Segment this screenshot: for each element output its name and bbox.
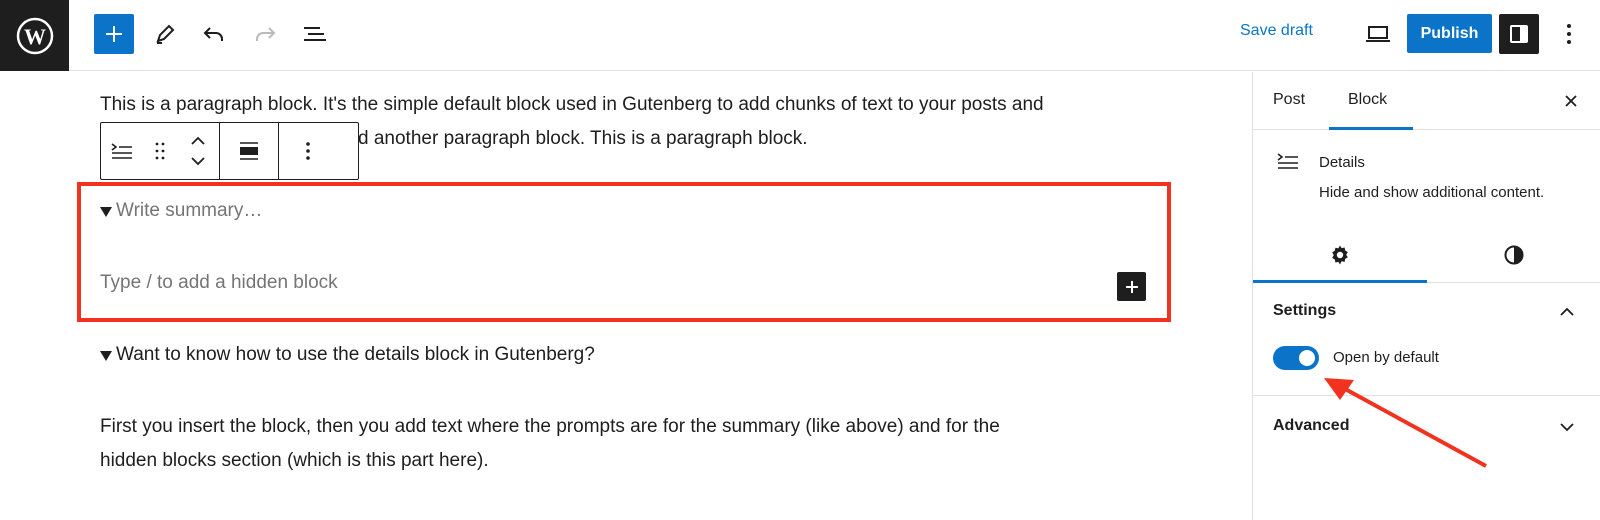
redo-icon — [256, 27, 276, 41]
undo-icon — [203, 27, 223, 41]
redo-button[interactable] — [245, 14, 285, 54]
save-draft-button[interactable]: Save draft — [1240, 22, 1313, 40]
disclosure-triangle-icon — [100, 351, 112, 361]
tools-button[interactable] — [145, 14, 185, 54]
publish-button[interactable]: Publish — [1407, 14, 1492, 53]
more-vertical-icon — [306, 142, 310, 160]
chevron-up-icon[interactable] — [1557, 302, 1577, 322]
details-summary[interactable]: Want to know how to use the details bloc… — [100, 344, 595, 366]
close-sidebar-button[interactable] — [1558, 88, 1584, 114]
chevron-down-icon[interactable] — [1557, 417, 1577, 437]
tab-block[interactable]: Block — [1348, 91, 1387, 109]
more-vertical-icon — [1567, 24, 1571, 44]
gear-icon — [1332, 245, 1348, 265]
paragraph-block[interactable]: First you insert the block, then you add… — [100, 410, 1140, 478]
editor-canvas[interactable]: This is a paragraph block. It's the simp… — [0, 72, 1252, 520]
undo-button[interactable] — [194, 14, 234, 54]
hidden-block-placeholder[interactable]: Type / to add a hidden block — [100, 272, 338, 294]
block-toolbar — [100, 122, 359, 180]
editor-header: W Save draft Publish — [0, 0, 1600, 71]
paragraph-line: First you insert the block, then you add… — [100, 416, 1000, 437]
disclosure-triangle-icon — [100, 207, 112, 217]
toolbar-group-options — [279, 123, 337, 179]
tab-styles[interactable] — [1427, 227, 1600, 283]
list-view-button[interactable] — [295, 14, 335, 54]
settings-panel-title[interactable]: Settings — [1273, 302, 1336, 320]
svg-text:W: W — [24, 24, 46, 49]
close-icon — [1565, 95, 1577, 107]
chevron-up-down-icon — [191, 136, 205, 166]
tab-post[interactable]: Post — [1273, 91, 1305, 109]
block-card: Details Hide and show additional content… — [1253, 130, 1600, 214]
options-button[interactable] — [1554, 14, 1584, 54]
align-button[interactable] — [230, 123, 268, 179]
wordpress-logo-icon[interactable]: W — [0, 0, 69, 71]
drag-handle[interactable] — [141, 123, 179, 179]
details-block-icon — [111, 143, 132, 159]
block-card-description: Hide and show additional content. — [1319, 184, 1545, 201]
toggle-label: Open by default — [1333, 349, 1439, 366]
details-block-icon — [1277, 152, 1299, 175]
move-up-down-buttons[interactable] — [179, 123, 217, 179]
preview-button[interactable] — [1358, 14, 1398, 54]
sidebar-icon — [1510, 25, 1528, 43]
pencil-icon — [156, 24, 175, 44]
block-type-button[interactable] — [103, 123, 141, 179]
plus-icon — [106, 26, 122, 42]
block-card-title: Details — [1319, 154, 1365, 171]
open-by-default-toggle[interactable] — [1273, 346, 1319, 370]
plus-icon — [1125, 280, 1138, 293]
align-wide-icon — [240, 142, 258, 160]
toolbar-group-align — [220, 123, 279, 179]
toolbar-group-block — [101, 123, 220, 179]
tab-settings[interactable] — [1253, 227, 1427, 283]
drag-handle-icon — [155, 142, 165, 160]
inline-inserter-button[interactable] — [1117, 272, 1146, 301]
desktop-preview-icon — [1366, 26, 1390, 42]
settings-sidebar-button[interactable] — [1499, 14, 1539, 54]
active-subtab-indicator — [1253, 280, 1427, 283]
add-block-button[interactable] — [94, 14, 134, 54]
paragraph-line: This is a paragraph block. It's the simp… — [100, 94, 1044, 115]
annotation-arrow-icon — [1324, 378, 1487, 468]
toggle-knob — [1299, 350, 1315, 366]
sidebar-tabs: Post Block — [1253, 72, 1600, 130]
contrast-icon — [1504, 245, 1524, 265]
list-view-icon — [304, 27, 326, 41]
block-inspector-tabs — [1253, 227, 1600, 283]
block-options-button[interactable] — [289, 123, 327, 179]
paragraph-line: hidden blocks section (which is this par… — [100, 450, 489, 471]
details-summary[interactable]: Write summary… — [100, 200, 262, 222]
summary-text: Want to know how to use the details bloc… — [116, 344, 595, 365]
summary-placeholder: Write summary… — [116, 200, 263, 221]
